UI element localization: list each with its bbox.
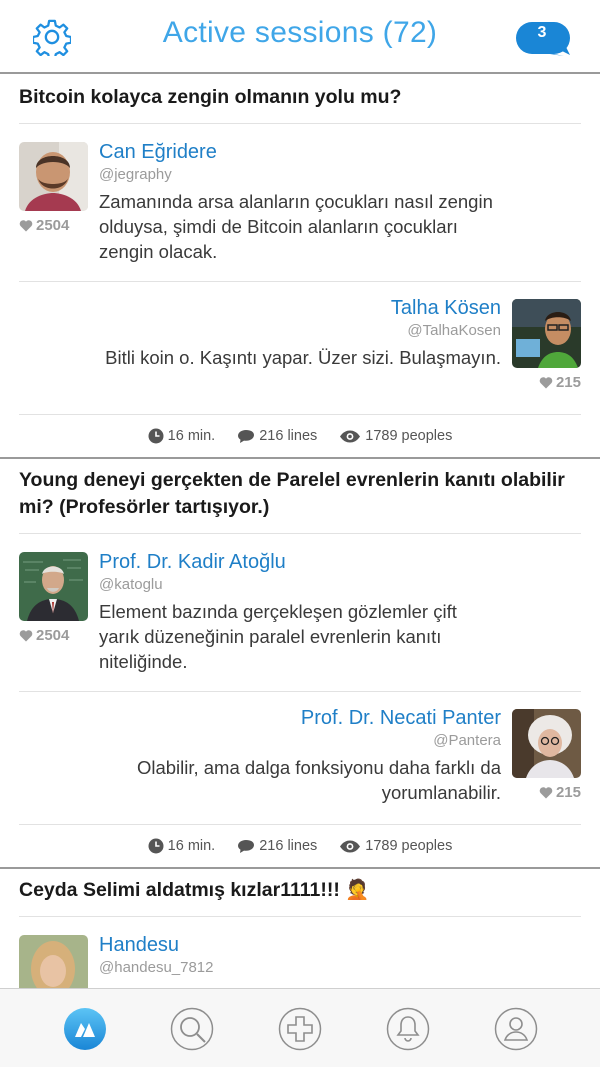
viewers-stat: 1789 peoples xyxy=(339,428,452,444)
comment-icon xyxy=(238,839,255,853)
duration-stat: 16 min. xyxy=(148,838,216,854)
comment-body: Can Eğridere @jegraphy Zamanında arsa al… xyxy=(99,139,499,264)
avatar[interactable] xyxy=(19,142,88,211)
duration-value: 16 min. xyxy=(167,838,216,854)
home-logo-icon[interactable] xyxy=(63,1007,107,1051)
comment-body: Prof. Dr. Necati Panter @Pantera Olabili… xyxy=(101,705,501,805)
lines-stat: 216 lines xyxy=(237,428,317,444)
comment-right: 215 Talha Kösen @TalhaKosen Bitli koin o… xyxy=(19,282,581,415)
bell-icon[interactable] xyxy=(386,1007,430,1051)
author-handle[interactable]: @katoglu xyxy=(99,575,499,595)
comment-text: Element bazında gerçekleşen gözlemler çi… xyxy=(99,601,457,672)
author-name[interactable]: Prof. Dr. Necati Panter xyxy=(101,705,501,731)
comment-left: Handesu @handesu_7812 xyxy=(19,917,581,988)
session-title[interactable]: Bitcoin kolayca zengin olmanın yolu mu? xyxy=(19,76,581,124)
lines-value: 216 lines xyxy=(259,838,318,854)
comment-body: Handesu @handesu_7812 xyxy=(99,932,499,978)
comment-right: 215 Prof. Dr. Necati Panter @Pantera Ola… xyxy=(19,692,581,825)
avatar[interactable] xyxy=(19,552,88,621)
profile-icon[interactable] xyxy=(494,1007,538,1051)
session-title[interactable]: Ceyda Selimi aldatmış kızlar1111!!! 🤦 xyxy=(19,869,581,917)
heart-icon xyxy=(19,220,33,232)
page-title: Active sessions (72) xyxy=(162,16,438,49)
like-count-value: 2504 xyxy=(36,217,70,234)
like-count-value: 215 xyxy=(555,374,581,391)
comment-text: Bitli koin o. Kaşıntı yapar. Üzer sizi. … xyxy=(105,347,501,368)
author-name[interactable]: Handesu xyxy=(99,932,499,958)
tab-bar xyxy=(0,988,600,1067)
viewers-value: 1789 peoples xyxy=(365,838,453,854)
like-count-value: 2504 xyxy=(36,627,70,644)
clock-icon xyxy=(148,428,164,444)
heart-icon xyxy=(539,787,553,799)
comment-text: Olabilir, ama dalga fonksiyonu daha fark… xyxy=(136,757,501,803)
avatar[interactable] xyxy=(512,709,581,778)
heart-icon xyxy=(19,630,33,642)
viewers-value: 1789 peoples xyxy=(365,428,453,444)
viewers-stat: 1789 peoples xyxy=(339,838,452,854)
like-count-value: 215 xyxy=(555,784,581,801)
eye-icon xyxy=(340,840,361,852)
clock-icon xyxy=(148,838,164,854)
heart-icon xyxy=(539,377,553,389)
lines-value: 216 lines xyxy=(259,428,318,444)
like-count[interactable]: 2504 xyxy=(19,217,69,234)
lines-stat: 216 lines xyxy=(237,838,317,854)
session-feed[interactable]: Bitcoin kolayca zengin olmanın yolu mu? … xyxy=(0,76,600,988)
avatar[interactable] xyxy=(19,935,88,988)
author-handle[interactable]: @TalhaKosen xyxy=(101,321,501,341)
session-title[interactable]: Young deneyi gerçekten de Parelel evrenl… xyxy=(19,459,581,534)
top-bar: Active sessions (72) 3 xyxy=(0,0,600,74)
comment-left: 2504 Can Eğridere @jegraphy Zamanında ar… xyxy=(19,124,581,282)
session-card[interactable]: Young deneyi gerçekten de Parelel evrenl… xyxy=(0,459,600,869)
author-handle[interactable]: @jegraphy xyxy=(99,165,499,185)
comment-text: Zamanında arsa alanların çocukları nasıl… xyxy=(99,191,493,262)
session-card[interactable]: Bitcoin kolayca zengin olmanın yolu mu? … xyxy=(0,76,600,459)
like-count[interactable]: 2504 xyxy=(19,627,69,644)
session-stats: 16 min. 216 lines 1789 peoples xyxy=(19,415,581,457)
add-icon[interactable] xyxy=(278,1007,322,1051)
avatar[interactable] xyxy=(512,299,581,368)
session-stats: 16 min. 216 lines 1789 peoples xyxy=(19,825,581,867)
duration-value: 16 min. xyxy=(167,428,216,444)
duration-stat: 16 min. xyxy=(148,428,216,444)
author-name[interactable]: Talha Kösen xyxy=(101,295,501,321)
search-icon[interactable] xyxy=(170,1007,214,1051)
comment-body: Prof. Dr. Kadir Atoğlu @katoglu Element … xyxy=(99,549,499,674)
notification-count: 3 xyxy=(537,24,547,41)
comment-left: 2504 Prof. Dr. Kadir Atoğlu @katoglu Ele… xyxy=(19,534,581,692)
author-handle[interactable]: @handesu_7812 xyxy=(99,958,499,978)
author-handle[interactable]: @Pantera xyxy=(101,731,501,751)
author-name[interactable]: Can Eğridere xyxy=(99,139,499,165)
like-count[interactable]: 215 xyxy=(539,374,581,391)
comment-body: Talha Kösen @TalhaKosen Bitli koin o. Ka… xyxy=(101,295,501,370)
author-name[interactable]: Prof. Dr. Kadir Atoğlu xyxy=(99,549,499,575)
session-card[interactable]: Ceyda Selimi aldatmış kızlar1111!!! 🤦 Ha… xyxy=(0,869,600,988)
comment-icon xyxy=(238,429,255,443)
like-count[interactable]: 215 xyxy=(539,784,581,801)
eye-icon xyxy=(340,430,361,442)
